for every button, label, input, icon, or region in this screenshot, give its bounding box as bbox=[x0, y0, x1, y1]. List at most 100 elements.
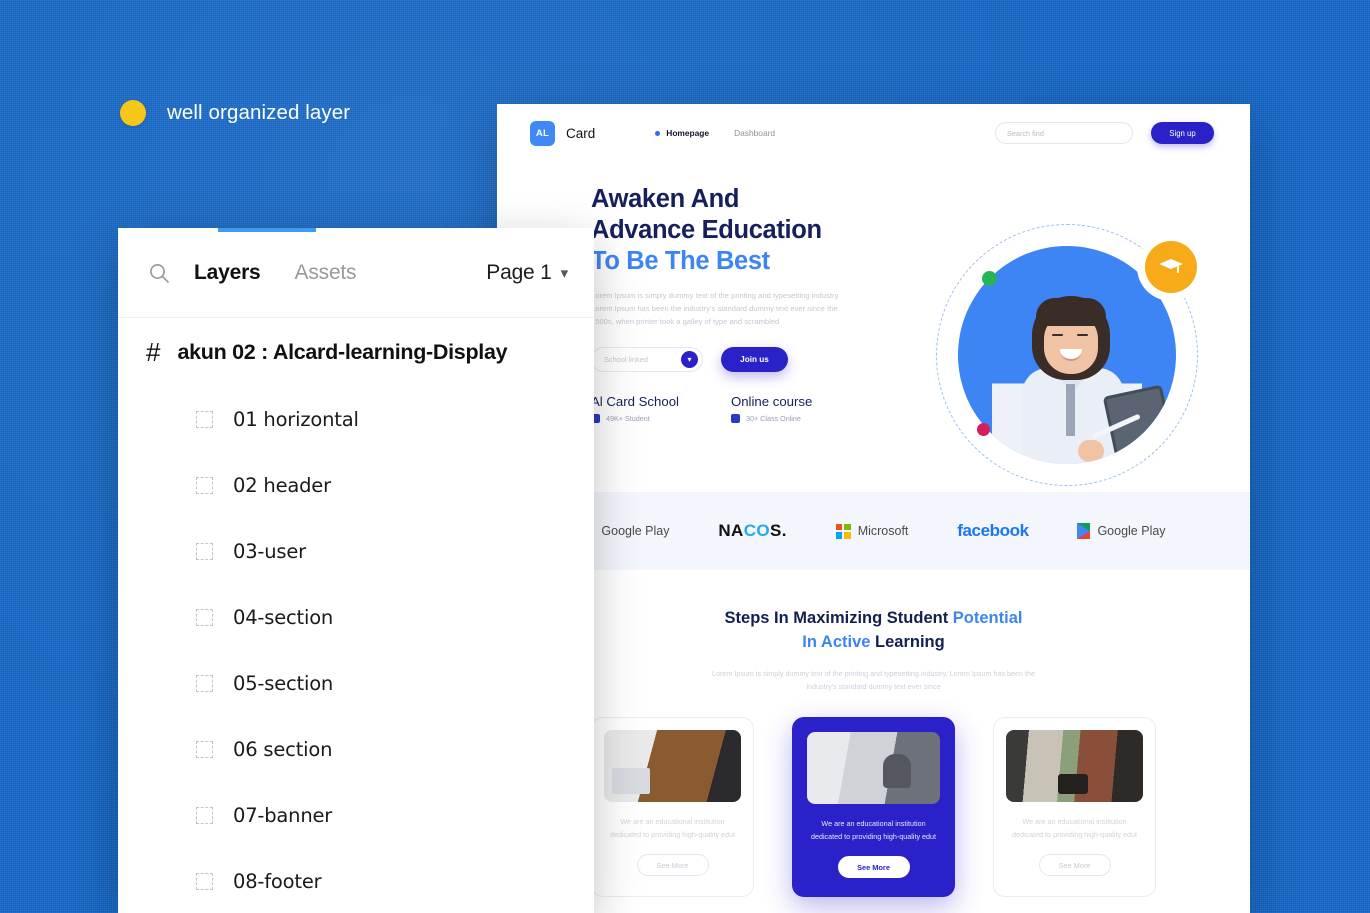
loft-workspace-photo bbox=[1006, 730, 1143, 802]
caption-text: well organized layer bbox=[167, 101, 351, 124]
layer-name: 01 horizontal bbox=[233, 407, 359, 431]
see-more-button[interactable]: See More bbox=[1038, 854, 1111, 876]
frame-icon bbox=[196, 542, 213, 560]
steps-title-part1: Steps In Maximizing Student bbox=[724, 609, 953, 627]
steps-card[interactable]: We are an educational institution dedica… bbox=[993, 717, 1156, 897]
nav-item-dashboard[interactable]: Dashboard bbox=[734, 128, 775, 138]
stat-sub-text: 49K+ Student bbox=[606, 413, 650, 423]
layer-name: 03-user bbox=[233, 539, 306, 563]
logo-google-play-2: Google Play bbox=[1077, 523, 1166, 539]
student-photo bbox=[992, 272, 1176, 464]
logo-google-play: Google Play bbox=[581, 523, 670, 539]
search-placeholder: Search find bbox=[1007, 128, 1044, 138]
layer-name: 08-footer bbox=[233, 869, 322, 893]
card-text: We are an educational institution dedica… bbox=[810, 819, 937, 841]
stat-sub-text: 30+ Class Online bbox=[745, 413, 801, 423]
card-text: We are an educational institution dedica… bbox=[1011, 817, 1138, 839]
woman-on-couch-photo bbox=[807, 732, 940, 804]
frame-icon bbox=[196, 476, 213, 494]
site-nav: Homepage Dashboard bbox=[655, 128, 775, 138]
steps-title-accent2: In Active bbox=[802, 633, 876, 651]
join-us-button[interactable]: Join us bbox=[721, 346, 788, 372]
steps-subtitle: Lorem Ipsum is simply dummy text of the … bbox=[711, 669, 1036, 691]
logo-nacos: NACOS. NACOS bbox=[718, 521, 787, 541]
green-dot-icon bbox=[982, 271, 997, 286]
layer-name: 05-section bbox=[233, 671, 334, 695]
hero-title-line-1: Awaken And bbox=[591, 185, 740, 213]
yellow-dot-icon bbox=[120, 100, 146, 126]
search-icon[interactable] bbox=[148, 262, 170, 284]
layer-name: 02 header bbox=[233, 473, 331, 497]
frame-icon bbox=[196, 740, 213, 758]
facebook-logo: facebook bbox=[957, 521, 1029, 540]
steps-section: Steps In Maximizing Student Potential In… bbox=[497, 570, 1250, 897]
frame-icon bbox=[196, 608, 213, 626]
frame-icon bbox=[196, 806, 213, 824]
hero-section: Awaken And Advance Education To Be The B… bbox=[497, 162, 1250, 492]
layer-group-row[interactable]: # akun 02 : Alcard-learning-Display bbox=[118, 318, 594, 386]
list-item[interactable]: 03-user bbox=[118, 518, 594, 584]
book-icon bbox=[730, 413, 740, 423]
steps-card[interactable]: We are an educational institution dedica… bbox=[591, 717, 754, 897]
layer-name: 04-section bbox=[233, 605, 334, 629]
brand-logo-icon: AL bbox=[530, 120, 555, 146]
list-item[interactable]: 04-section bbox=[118, 584, 594, 650]
stat-title: Al Card School bbox=[591, 393, 679, 409]
list-item[interactable]: 07-banner bbox=[118, 782, 594, 848]
layer-name: 06 section bbox=[233, 737, 333, 761]
nav-label: Homepage bbox=[666, 128, 710, 138]
layers-panel: Layers Assets Page 1 ▾ # akun 02 : Alcar… bbox=[118, 228, 594, 913]
active-dot-icon bbox=[655, 130, 661, 136]
signup-button[interactable]: Sign up bbox=[1151, 122, 1214, 144]
frame-icon bbox=[196, 674, 213, 692]
school-select[interactable]: School linked ▾ bbox=[591, 346, 703, 372]
search-input[interactable]: Search find bbox=[995, 122, 1133, 144]
steps-title-accent1: Potential bbox=[952, 609, 1023, 627]
stat-item: Al Card School 49K+ Student bbox=[591, 394, 679, 423]
logo-facebook: facebook bbox=[957, 521, 1029, 541]
see-more-button[interactable]: See More bbox=[636, 854, 709, 876]
see-more-button[interactable]: See More bbox=[837, 856, 910, 878]
desk-laptop-photo bbox=[604, 730, 741, 802]
list-item[interactable]: 08-footer bbox=[118, 848, 594, 913]
list-item[interactable]: 06 section bbox=[118, 716, 594, 782]
nav-item-homepage[interactable]: Homepage bbox=[655, 128, 709, 138]
caption: well organized layer bbox=[120, 100, 350, 126]
list-item[interactable]: 02 header bbox=[118, 452, 594, 518]
frame-icon bbox=[196, 410, 213, 428]
google-play-icon bbox=[1077, 523, 1091, 539]
chevron-down-icon: ▾ bbox=[560, 264, 569, 282]
logo-microsoft: Microsoft bbox=[835, 523, 909, 539]
list-item[interactable]: 05-section bbox=[118, 650, 594, 716]
logo-label: Microsoft bbox=[857, 524, 909, 538]
nacos-logo: NACOS. bbox=[718, 521, 787, 540]
brand-name: Card bbox=[566, 125, 596, 141]
page-selector-label: Page 1 bbox=[486, 260, 552, 284]
stat-sub: 49K+ Student bbox=[591, 413, 679, 423]
list-item[interactable]: 01 horizontal bbox=[118, 386, 594, 452]
frame-icon bbox=[196, 872, 213, 890]
stat-title: Online course bbox=[730, 393, 813, 409]
microsoft-icon bbox=[835, 523, 851, 539]
tie bbox=[1066, 384, 1075, 436]
logo-label: Google Play bbox=[601, 524, 670, 538]
hand bbox=[1078, 440, 1104, 462]
layer-group-name: akun 02 : Alcard-learning-Display bbox=[177, 339, 508, 364]
partner-logos-band: Google Play NACOS. NACOS Microsoft faceb… bbox=[497, 492, 1250, 570]
nav-label: Dashboard bbox=[734, 128, 776, 138]
layer-name: 07-banner bbox=[233, 803, 333, 827]
steps-title-part2: Learning bbox=[875, 633, 945, 651]
tab-assets[interactable]: Assets bbox=[295, 261, 357, 285]
hero-paragraph: Lorem Ipsum is simply dummy text of the … bbox=[591, 291, 840, 327]
layers-panel-toolbar: Layers Assets Page 1 ▾ bbox=[118, 228, 594, 318]
tab-layers[interactable]: Layers bbox=[194, 261, 261, 285]
page-selector[interactable]: Page 1 ▾ bbox=[486, 261, 568, 285]
brand[interactable]: AL Card bbox=[530, 120, 596, 146]
steps-card-featured[interactable]: We are an educational institution dedica… bbox=[792, 717, 955, 897]
chevron-down-icon: ▾ bbox=[681, 350, 698, 368]
school-select-value: School linked bbox=[604, 354, 648, 364]
fringe bbox=[1036, 298, 1106, 326]
steps-cards: We are an educational institution dedica… bbox=[497, 717, 1250, 897]
hero-illustration bbox=[936, 224, 1198, 486]
panel-tab-highlight bbox=[218, 228, 316, 232]
